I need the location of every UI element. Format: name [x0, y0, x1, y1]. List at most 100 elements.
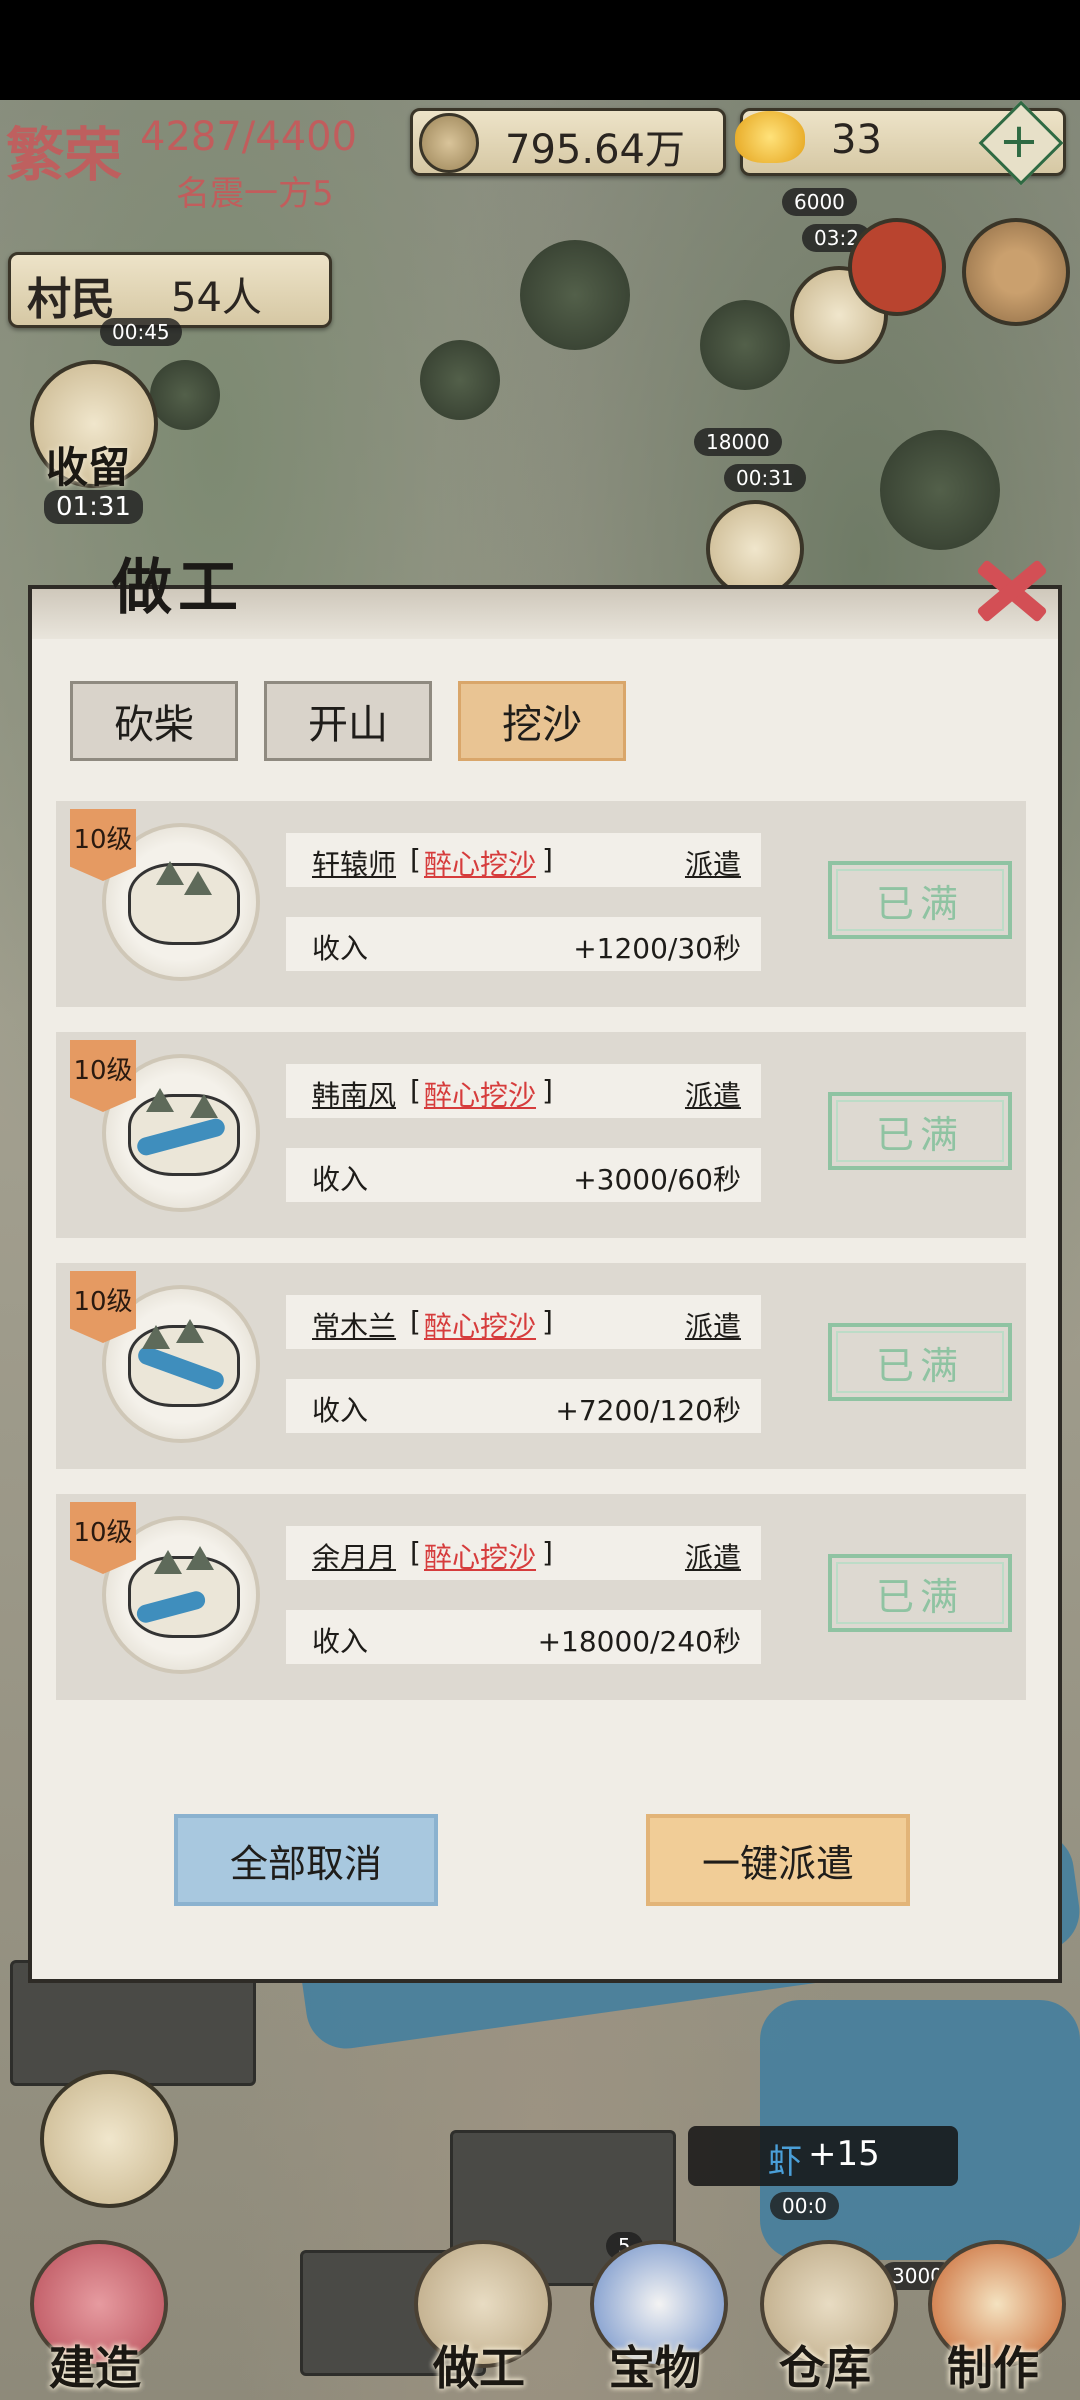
villagers-label: 村民	[27, 274, 115, 325]
shrimp-label: 虾	[768, 2142, 802, 2182]
worker-skill[interactable]: 醉心挖沙	[424, 1305, 536, 1345]
dispatch-link[interactable]: 派遣	[685, 1074, 741, 1114]
scroll-event-icon[interactable]	[848, 218, 946, 316]
nav-work[interactable]: 做工	[394, 2240, 564, 2400]
income-value: +3000/60秒	[573, 1163, 741, 1196]
villager-avatar[interactable]	[706, 500, 804, 598]
dispatch-link[interactable]: 派遣	[685, 843, 741, 883]
bracket-open: [	[410, 1305, 421, 1338]
tree	[880, 430, 1000, 550]
prosperity-value: 4287/4400	[140, 114, 358, 160]
shelter-label: 收留	[46, 443, 131, 492]
tab-chop-wood[interactable]: 砍柴	[70, 681, 238, 761]
mountain	[176, 1319, 204, 1343]
bracket-close: ]	[542, 1305, 553, 1338]
shrimp-value: +15	[808, 2134, 880, 2174]
ring-treasure-icon[interactable]	[40, 2070, 178, 2208]
cancel-all-button[interactable]: 全部取消	[174, 1814, 438, 1906]
nav-label: 宝物	[609, 2341, 701, 2395]
tab-dig-sand[interactable]: 挖沙	[458, 681, 626, 761]
worker-row: 10级 轩辕师 [ 醉心挖沙 ] 派遣 收入 +1200/30秒 已满	[56, 801, 1026, 1007]
nav-craft[interactable]: 制作	[908, 2240, 1078, 2400]
worker-info: 常木兰 [ 醉心挖沙 ] 派遣	[286, 1295, 761, 1349]
prosperity-panel[interactable]: 繁荣 4287/4400 名震一方5	[0, 100, 400, 230]
prosperity-label: 繁荣	[6, 121, 123, 189]
income-value: +18000/240秒	[537, 1625, 741, 1658]
worker-skill[interactable]: 醉心挖沙	[424, 843, 536, 883]
nav-label: 建造	[49, 2341, 141, 2395]
worker-row: 10级 常木兰 [ 醉心挖沙 ] 派遣 收入 +7200/120秒 已满	[56, 1263, 1026, 1469]
shelter-timer: 01:31	[44, 490, 143, 524]
level-badge: 10级	[70, 1040, 136, 1112]
tab-quarry[interactable]: 开山	[264, 681, 432, 761]
villagers-bar[interactable]: 村民 54人	[8, 252, 332, 328]
work-dialog: 做工 砍柴 开山 挖沙 10级 轩辕师 [ 醉心挖沙 ] 派遣 收入 +1200…	[28, 553, 1062, 1983]
shrimp-timer: 00:0	[770, 2192, 839, 2220]
tab-label: 挖沙	[502, 702, 582, 748]
dispatch-all-button[interactable]: 一键派遣	[646, 1814, 910, 1906]
worker-name[interactable]: 常木兰	[312, 1305, 396, 1345]
nav-warehouse[interactable]: 仓库	[740, 2240, 910, 2400]
coin-icon	[419, 113, 479, 173]
worker-skill[interactable]: 醉心挖沙	[424, 1536, 536, 1576]
income-info: 收入 +3000/60秒	[286, 1148, 761, 1202]
bracket-open: [	[410, 1536, 421, 1569]
level-badge: 10级	[70, 1271, 136, 1343]
tab-label: 砍柴	[114, 702, 194, 748]
settings-gear-icon[interactable]	[962, 218, 1070, 326]
nav-label: 制作	[947, 2341, 1039, 2395]
mountain	[142, 1325, 170, 1349]
gold-bar: 33 +	[735, 100, 1066, 186]
tab-label: 开山	[308, 702, 388, 748]
mountain	[186, 1546, 214, 1570]
tree	[420, 340, 500, 420]
bracket-open: [	[410, 843, 421, 876]
full-status-button[interactable]: 已满	[828, 1554, 1012, 1632]
shrimp-reward-panel[interactable]: 虾 +15	[688, 2126, 958, 2186]
worker-name[interactable]: 韩南风	[312, 1074, 396, 1114]
mountain	[184, 871, 212, 895]
tree	[520, 240, 630, 350]
worker-name[interactable]: 轩辕师	[312, 843, 396, 883]
income-info: 收入 +7200/120秒	[286, 1379, 761, 1433]
reward-amount: 18000	[694, 428, 782, 456]
dispatch-link[interactable]: 派遣	[685, 1305, 741, 1345]
bracket-close: ]	[542, 1074, 553, 1107]
nav-label: 仓库	[779, 2341, 871, 2395]
gold-ingot-icon	[735, 111, 805, 163]
mountain	[190, 1094, 218, 1118]
nav-build[interactable]: 建造	[10, 2240, 180, 2400]
worker-row: 10级 韩南风 [ 醉心挖沙 ] 派遣 收入 +3000/60秒 已满	[56, 1032, 1026, 1238]
level-badge: 10级	[70, 1502, 136, 1574]
villagers-value: 54人	[171, 275, 262, 321]
full-status-button[interactable]: 已满	[828, 1092, 1012, 1170]
reward-amount: 6000	[782, 188, 857, 216]
worker-name[interactable]: 余月月	[312, 1536, 396, 1576]
coins-bar: 795.64万	[410, 108, 726, 176]
dispatch-link[interactable]: 派遣	[685, 1536, 741, 1576]
level-badge: 10级	[70, 809, 136, 881]
villager-timer: 00:45	[100, 318, 182, 346]
worker-info: 余月月 [ 醉心挖沙 ] 派遣	[286, 1526, 761, 1580]
nav-treasure[interactable]: 宝物	[570, 2240, 740, 2400]
worker-row: 10级 余月月 [ 醉心挖沙 ] 派遣 收入 +18000/240秒 已满	[56, 1494, 1026, 1700]
close-icon[interactable]	[972, 549, 1052, 629]
bracket-close: ]	[542, 1536, 553, 1569]
income-info: 收入 +18000/240秒	[286, 1610, 761, 1664]
dialog-title: 做工	[112, 553, 244, 623]
tree	[700, 300, 790, 390]
worker-info: 轩辕师 [ 醉心挖沙 ] 派遣	[286, 833, 761, 887]
income-value: +1200/30秒	[573, 932, 741, 965]
income-info: 收入 +1200/30秒	[286, 917, 761, 971]
full-status-button[interactable]: 已满	[828, 861, 1012, 939]
full-status-button[interactable]: 已满	[828, 1323, 1012, 1401]
coins-value: 795.64万	[505, 127, 685, 173]
bracket-close: ]	[542, 843, 553, 876]
bracket-open: [	[410, 1074, 421, 1107]
income-value: +7200/120秒	[555, 1394, 741, 1427]
worker-skill[interactable]: 醉心挖沙	[424, 1074, 536, 1114]
prosperity-title: 名震一方5	[176, 174, 334, 214]
plus-icon: +	[998, 113, 1040, 169]
tree	[150, 360, 220, 430]
nav-label: 做工	[433, 2341, 525, 2395]
